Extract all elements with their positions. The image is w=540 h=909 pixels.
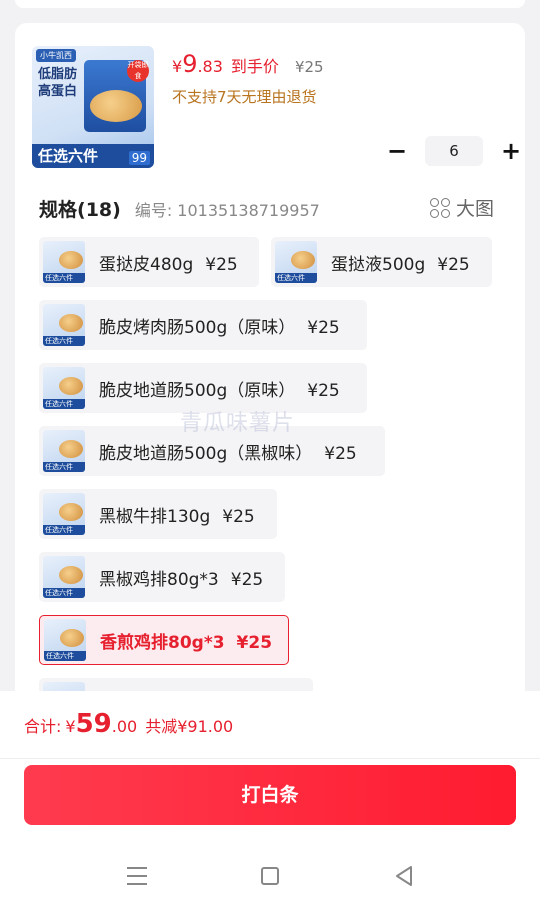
option-name: 黑椒鸡排80g*3 — [99, 569, 219, 590]
price-decimal: .83 — [197, 57, 223, 76]
plus-button[interactable]: + — [501, 139, 521, 163]
menu-icon[interactable] — [127, 867, 147, 885]
price-symbol: ¥ — [172, 57, 183, 76]
option-thumb-text: 任选六件 — [45, 463, 73, 471]
quantity-stepper: − 6 + — [387, 136, 521, 166]
buy-button[interactable]: 打白条 — [24, 765, 516, 825]
spec-option[interactable]: 任选六件 脆皮烤肉肠500g（原味） ¥25 — [39, 300, 367, 350]
option-thumb-text: 任选六件 — [45, 589, 73, 597]
option-thumbnail: 任选六件 — [43, 493, 85, 535]
option-thumb-text: 任选六件 — [45, 400, 73, 408]
spec-option[interactable]: 任选六件 蛋挞液500g ¥25 — [271, 237, 492, 287]
option-price: ¥25 — [307, 317, 340, 338]
option-name: 蛋挞液500g — [331, 254, 426, 275]
option-thumbnail: 任选六件 — [43, 430, 85, 472]
option-thumb-text: 任选六件 — [45, 526, 73, 534]
option-thumbnail: 任选六件 — [44, 619, 86, 661]
option-price: ¥25 — [222, 506, 255, 527]
home-icon[interactable] — [261, 867, 279, 885]
option-thumb-text: 任选六件 — [46, 652, 74, 660]
option-thumb-text: 任选六件 — [45, 337, 73, 345]
price-note: 到手价 — [230, 57, 279, 76]
option-name: 脆皮地道肠500g（黑椒味） — [99, 443, 313, 464]
option-thumbnail: 任选六件 — [43, 556, 85, 598]
total-decimal: .00 — [111, 717, 138, 736]
thumb-bar-text: 任选六件 — [38, 147, 99, 165]
option-thumbnail: 任选六件 — [43, 367, 85, 409]
return-policy-note: 不支持7天无理由退货 — [172, 88, 317, 106]
option-price: ¥25 — [324, 443, 357, 464]
previous-card-edge — [15, 0, 525, 8]
price-integer: 9 — [182, 50, 198, 78]
product-code: 编号: 10135138719957 — [134, 201, 320, 220]
total-row: 合计: ¥ 59 .00 共减¥91.00 — [24, 709, 233, 739]
option-price: ¥25 — [437, 254, 470, 275]
spec-option[interactable]: 任选六件 黑椒牛排130g ¥25 — [39, 489, 277, 539]
total-savings: 共减¥91.00 — [145, 717, 234, 736]
option-name: 黑椒牛排130g — [99, 506, 211, 527]
option-thumbnail: 任选六件 — [275, 241, 317, 283]
price-row: ¥ 9 .83 到手价 ¥25 — [172, 50, 324, 78]
option-name: 脆皮地道肠500g（原味） — [99, 380, 296, 401]
option-thumbnail: 任选六件 — [43, 304, 85, 346]
spec-option[interactable]: 任选六件 黑椒鸡排80g*3 ¥25 — [39, 552, 285, 602]
bigpic-toggle[interactable]: 大图 — [430, 194, 494, 221]
spec-header: 规格 (18) 编号: 10135138719957 — [39, 195, 320, 222]
divider — [0, 758, 540, 759]
option-thumb-text: 任选六件 — [45, 274, 73, 282]
thumb-bar-num: 99 — [128, 151, 150, 165]
sku-selector-card: 小牛凯西 低脂肪高蛋白 开袋即食 任选六件 99 ¥ 9 .83 到手价 ¥25… — [15, 23, 525, 723]
quantity-value[interactable]: 6 — [425, 136, 483, 166]
thumb-seal: 开袋即食 — [127, 60, 149, 82]
back-icon[interactable] — [394, 865, 414, 887]
thumb-tagline: 低脂肪高蛋白 — [38, 67, 78, 99]
option-thumb-text: 任选六件 — [277, 274, 305, 282]
option-name: 脆皮烤肉肠500g（原味） — [99, 317, 296, 338]
product-thumbnail[interactable]: 小牛凯西 低脂肪高蛋白 开袋即食 任选六件 99 — [32, 46, 154, 168]
grid-icon — [430, 197, 450, 218]
spec-option[interactable]: 任选六件 蛋挞皮480g ¥25 — [39, 237, 259, 287]
spec-option-selected[interactable]: 任选六件 香煎鸡排80g*3 ¥25 — [39, 615, 289, 665]
watermark: 青瓜味薯片 — [180, 411, 296, 436]
option-price: ¥25 — [307, 380, 340, 401]
option-price: ¥25 — [230, 569, 264, 590]
spec-title: 规格 — [39, 199, 78, 221]
option-price: ¥25 — [236, 632, 273, 653]
total-label: 合计: — [24, 717, 62, 736]
option-name: 香煎鸡排80g*3 — [100, 632, 225, 653]
minus-button[interactable]: − — [387, 139, 407, 163]
spec-count: (18) — [77, 199, 121, 221]
total-symbol: ¥ — [65, 717, 76, 736]
total-integer: 59 — [75, 709, 112, 739]
option-price: ¥25 — [205, 254, 238, 275]
bigpic-label: 大图 — [456, 198, 495, 220]
option-thumbnail: 任选六件 — [43, 241, 85, 283]
original-price: ¥25 — [294, 58, 324, 76]
system-navbar — [0, 845, 540, 909]
option-name: 蛋挞皮480g — [99, 254, 194, 275]
thumb-brand: 小牛凯西 — [36, 49, 76, 62]
